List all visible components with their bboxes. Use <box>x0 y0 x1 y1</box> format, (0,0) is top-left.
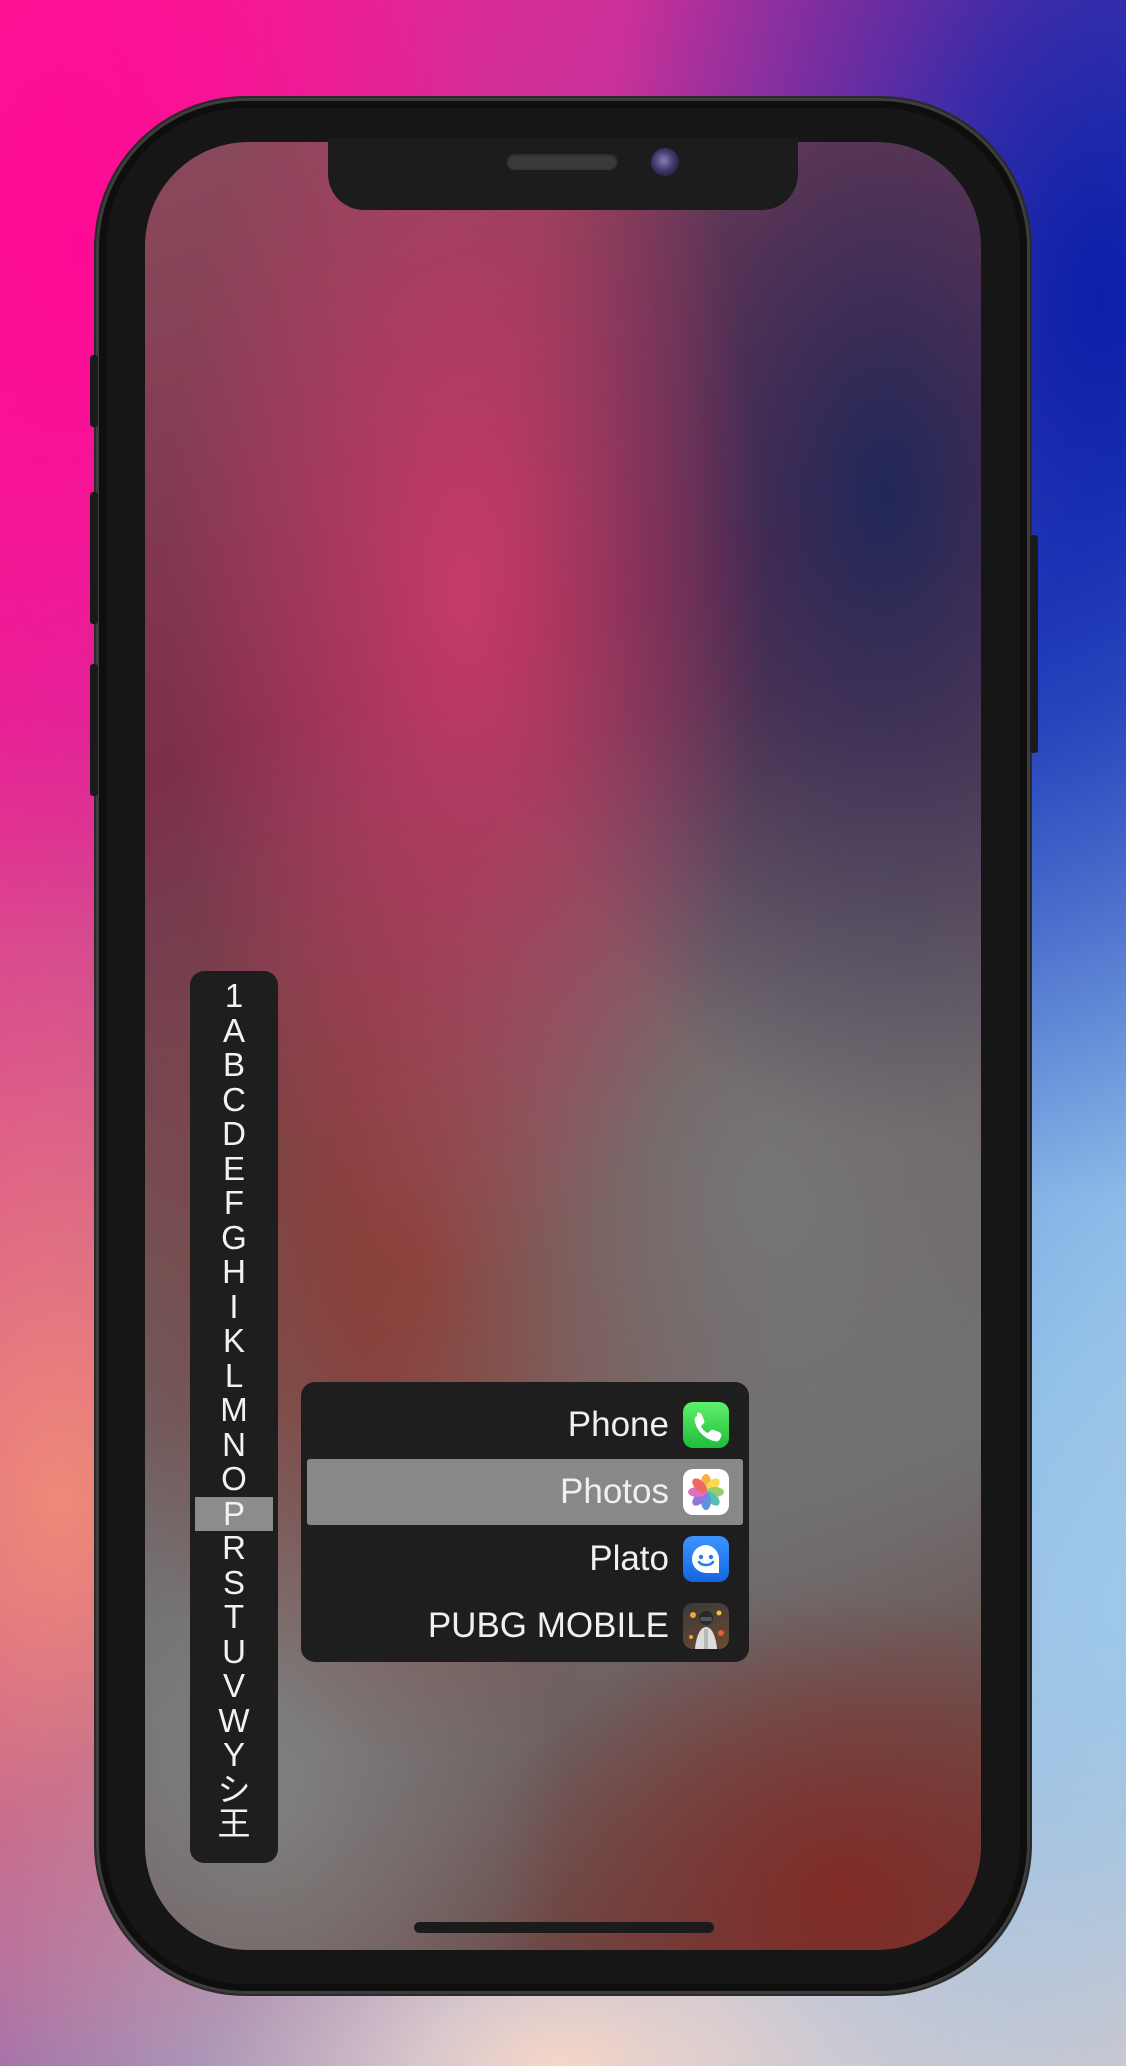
index-letter[interactable]: A <box>190 1013 278 1049</box>
index-letter[interactable]: T <box>190 1599 278 1635</box>
index-letter[interactable]: L <box>190 1358 278 1394</box>
index-letter[interactable]: P <box>195 1496 273 1531</box>
index-letter[interactable]: 王 <box>190 1806 278 1842</box>
app-item-plato[interactable]: Plato <box>307 1526 743 1592</box>
index-letter[interactable]: D <box>190 1116 278 1152</box>
index-letter[interactable]: R <box>190 1530 278 1566</box>
index-letter[interactable]: V <box>190 1668 278 1704</box>
app-name-plato: Plato <box>589 1539 669 1578</box>
notch <box>328 138 798 210</box>
app-name-photos: Photos <box>560 1472 669 1511</box>
app-item-pubg-mobile[interactable]: PUBG MOBILE <box>307 1593 743 1659</box>
index-letter[interactable]: G <box>190 1220 278 1256</box>
index-letter[interactable]: F <box>190 1185 278 1221</box>
plato-icon <box>683 1536 729 1582</box>
app-name-pubg-mobile: PUBG MOBILE <box>427 1606 669 1645</box>
front-camera <box>651 148 679 176</box>
index-letter[interactable]: H <box>190 1254 278 1290</box>
volume-down-button <box>90 664 98 796</box>
index-letter[interactable]: W <box>190 1703 278 1739</box>
earpiece-speaker <box>506 152 618 170</box>
app-item-photos[interactable]: Photos <box>307 1459 743 1525</box>
index-letter[interactable]: B <box>190 1047 278 1083</box>
index-letter[interactable]: シ <box>190 1772 278 1808</box>
alphabet-index-bar[interactable]: 1ABCDEFGHIKLMNOPRSTUVWYシ王 <box>190 971 278 1863</box>
index-letter[interactable]: E <box>190 1151 278 1187</box>
app-search-results: Phone Photos Plato PUBG MOBILE <box>301 1382 749 1662</box>
volume-up-button <box>90 492 98 624</box>
index-letter[interactable]: I <box>190 1289 278 1325</box>
index-letter[interactable]: 1 <box>190 978 278 1014</box>
index-letter[interactable]: S <box>190 1565 278 1601</box>
index-letter[interactable]: K <box>190 1323 278 1359</box>
index-letter[interactable]: N <box>190 1427 278 1463</box>
photos-icon <box>683 1469 729 1515</box>
power-button <box>1030 535 1038 753</box>
index-letter[interactable]: O <box>190 1461 278 1497</box>
home-indicator[interactable] <box>414 1922 714 1933</box>
index-letter[interactable]: C <box>190 1082 278 1118</box>
phone-icon <box>683 1402 729 1448</box>
index-letter[interactable]: Y <box>190 1737 278 1773</box>
silent-switch <box>90 355 98 427</box>
app-item-phone[interactable]: Phone <box>307 1392 743 1458</box>
pubg-mobile-icon <box>683 1603 729 1649</box>
app-name-phone: Phone <box>567 1405 669 1444</box>
index-letter[interactable]: M <box>190 1392 278 1428</box>
index-letter[interactable]: U <box>190 1634 278 1670</box>
